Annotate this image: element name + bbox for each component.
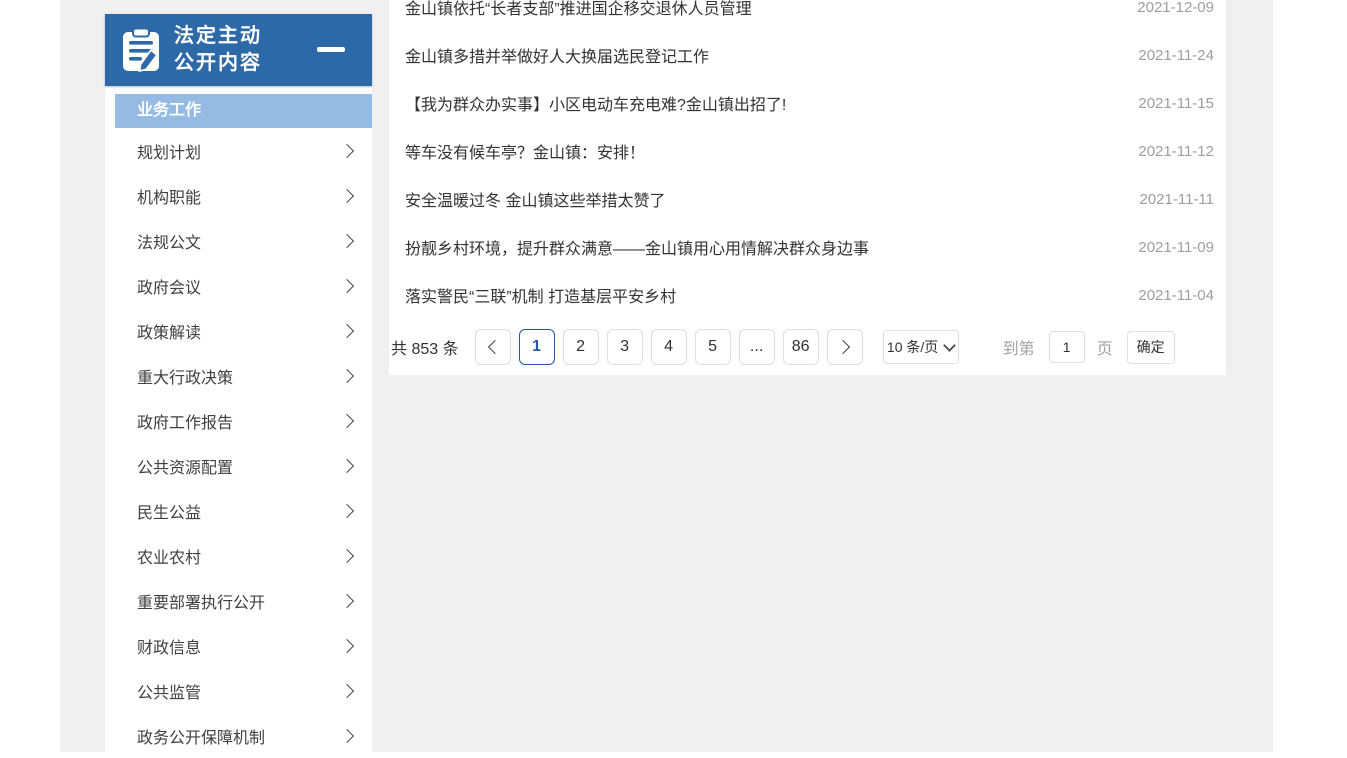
sidebar-item[interactable]: 政府会议 bbox=[105, 263, 372, 308]
collapse-icon[interactable] bbox=[317, 47, 345, 52]
page-number-list: 1 2 3 4 5 ... 86 bbox=[519, 329, 827, 365]
chevron-right-icon bbox=[340, 413, 354, 427]
sidebar-item-label: 公共监管 bbox=[137, 679, 342, 703]
news-date: 2021-11-09 bbox=[1138, 239, 1214, 256]
news-title-link[interactable]: 金山镇依托“长者支部”推进国企移交退休人员管理 bbox=[405, 0, 1117, 19]
goto-page-input[interactable] bbox=[1049, 331, 1085, 363]
chevron-down-icon bbox=[943, 339, 956, 352]
page-size-value: 10 条/页 bbox=[887, 337, 938, 357]
page-number-button[interactable]: 5 bbox=[695, 329, 731, 365]
chevron-right-icon bbox=[340, 548, 354, 562]
sidebar-item-label: 政府工作报告 bbox=[137, 409, 342, 433]
news-date: 2021-11-12 bbox=[1138, 143, 1214, 160]
chevron-right-icon bbox=[340, 278, 354, 292]
sidebar-item[interactable]: 法规公文 bbox=[105, 218, 372, 263]
chevron-right-icon bbox=[340, 368, 354, 382]
news-list: 金山镇依托“长者支部”推进国企移交退休人员管理 2021-12-09 金山镇多措… bbox=[389, 0, 1226, 319]
total-count: 共 853 条 bbox=[391, 335, 459, 359]
chevron-right-icon bbox=[340, 683, 354, 697]
news-date: 2021-11-15 bbox=[1138, 95, 1214, 112]
sidebar-item[interactable]: 重大行政决策 bbox=[105, 353, 372, 398]
sidebar-item[interactable]: 农业农村 bbox=[105, 533, 372, 578]
chevron-right-icon bbox=[340, 503, 354, 517]
chevron-right-icon bbox=[340, 323, 354, 337]
goto-page-label: 到第 bbox=[1003, 335, 1035, 359]
page-size-select[interactable]: 10 条/页 bbox=[883, 330, 959, 364]
chevron-left-icon bbox=[488, 340, 502, 354]
sidebar-item[interactable]: 公共监管 bbox=[105, 668, 372, 713]
chevron-right-icon bbox=[340, 593, 354, 607]
news-date: 2021-11-04 bbox=[1138, 287, 1214, 304]
sidebar-item[interactable]: 政府工作报告 bbox=[105, 398, 372, 443]
sidebar-header-title-line2: 公开内容 bbox=[174, 50, 262, 77]
sidebar-menu: 业务工作 规划计划 机构职能 法规公文 政府会议 bbox=[105, 86, 372, 758]
sidebar-item-label: 农业农村 bbox=[137, 544, 342, 568]
chevron-right-icon bbox=[340, 458, 354, 472]
sidebar: 法定主动 公开内容 业务工作 规划计划 机构职能 法规公文 bbox=[105, 14, 372, 752]
sidebar-item-label: 公共资源配置 bbox=[137, 454, 342, 478]
sidebar-item-label: 重要部署执行公开 bbox=[137, 589, 342, 613]
news-title-link[interactable]: 【我为群众办实事】小区电动车充电难?金山镇出招了! bbox=[405, 91, 1118, 115]
prev-page-button[interactable] bbox=[475, 329, 511, 365]
chevron-right-icon bbox=[340, 233, 354, 247]
news-row: 扮靓乡村环境，提升群众满意——金山镇用心用情解决群众身边事 2021-11-09 bbox=[389, 223, 1226, 271]
news-title-link[interactable]: 落实警民“三联”机制 打造基层平安乡村 bbox=[405, 283, 1118, 307]
news-title-link[interactable]: 安全温暖过冬 金山镇这些举措太赞了 bbox=[405, 187, 1119, 211]
news-row: 等车没有候车亭？金山镇：安排！ 2021-11-12 bbox=[389, 127, 1226, 175]
news-row: 安全温暖过冬 金山镇这些举措太赞了 2021-11-11 bbox=[389, 175, 1226, 223]
sidebar-item-active[interactable]: 业务工作 bbox=[115, 94, 372, 128]
sidebar-item[interactable]: 重要部署执行公开 bbox=[105, 578, 372, 623]
news-date: 2021-12-09 bbox=[1137, 0, 1214, 16]
chevron-right-icon bbox=[836, 340, 850, 354]
chevron-right-icon bbox=[340, 728, 354, 742]
news-title-link[interactable]: 金山镇多措并举做好人大换届选民登记工作 bbox=[405, 43, 1118, 67]
sidebar-header-title-line1: 法定主动 bbox=[174, 23, 262, 50]
content-panel: 金山镇依托“长者支部”推进国企移交退休人员管理 2021-12-09 金山镇多措… bbox=[389, 0, 1226, 375]
page-number-button[interactable]: 2 bbox=[563, 329, 599, 365]
sidebar-header[interactable]: 法定主动 公开内容 bbox=[105, 14, 372, 86]
chevron-right-icon bbox=[340, 143, 354, 157]
sidebar-item[interactable]: 规划计划 bbox=[105, 128, 372, 173]
sidebar-header-title: 法定主动 公开内容 bbox=[174, 23, 262, 77]
page-number-button[interactable]: ... bbox=[739, 329, 775, 365]
next-page-button[interactable] bbox=[827, 329, 863, 365]
sidebar-item[interactable]: 政务公开保障机制 bbox=[105, 713, 372, 758]
sidebar-item[interactable]: 财政信息 bbox=[105, 623, 372, 668]
news-title-link[interactable]: 等车没有候车亭？金山镇：安排！ bbox=[405, 139, 1118, 163]
page-number-button[interactable]: 4 bbox=[651, 329, 687, 365]
sidebar-item[interactable]: 公共资源配置 bbox=[105, 443, 372, 488]
sidebar-item-label: 法规公文 bbox=[137, 229, 342, 253]
sidebar-item-label: 政府会议 bbox=[137, 274, 342, 298]
news-date: 2021-11-24 bbox=[1138, 47, 1214, 64]
sidebar-menu-items: 规划计划 机构职能 法规公文 政府会议 bbox=[105, 128, 372, 758]
sidebar-item-label: 机构职能 bbox=[137, 184, 342, 208]
news-date: 2021-11-11 bbox=[1139, 191, 1214, 208]
news-row: 金山镇依托“长者支部”推进国企移交退休人员管理 2021-12-09 bbox=[389, 0, 1226, 31]
sidebar-item-label: 财政信息 bbox=[137, 634, 342, 658]
sidebar-item-label: 重大行政决策 bbox=[137, 364, 342, 388]
news-row: 落实警民“三联”机制 打造基层平安乡村 2021-11-04 bbox=[389, 271, 1226, 319]
sidebar-item[interactable]: 机构职能 bbox=[105, 173, 372, 218]
goto-page-unit-label: 页 bbox=[1097, 335, 1113, 359]
chevron-right-icon bbox=[340, 638, 354, 652]
page-number-button[interactable]: 86 bbox=[783, 329, 819, 365]
page-number-button[interactable]: 1 bbox=[519, 329, 555, 365]
sidebar-item[interactable]: 政策解读 bbox=[105, 308, 372, 353]
sidebar-item-label: 民生公益 bbox=[137, 499, 342, 523]
sidebar-item-label: 规划计划 bbox=[137, 139, 342, 163]
confirm-button[interactable]: 确定 bbox=[1127, 331, 1175, 364]
pagination: 共 853 条 1 2 3 4 5 ... 86 10 条/页 bbox=[389, 329, 1226, 365]
sidebar-item[interactable]: 民生公益 bbox=[105, 488, 372, 533]
news-row: 金山镇多措并举做好人大换届选民登记工作 2021-11-24 bbox=[389, 31, 1226, 79]
clipboard-pencil-icon bbox=[120, 27, 162, 73]
news-title-link[interactable]: 扮靓乡村环境，提升群众满意——金山镇用心用情解决群众身边事 bbox=[405, 235, 1118, 259]
sidebar-item-label: 政务公开保障机制 bbox=[137, 724, 342, 748]
chevron-right-icon bbox=[340, 188, 354, 202]
sidebar-item-label: 政策解读 bbox=[137, 319, 342, 343]
page-number-button[interactable]: 3 bbox=[607, 329, 643, 365]
news-row: 【我为群众办实事】小区电动车充电难?金山镇出招了! 2021-11-15 bbox=[389, 79, 1226, 127]
